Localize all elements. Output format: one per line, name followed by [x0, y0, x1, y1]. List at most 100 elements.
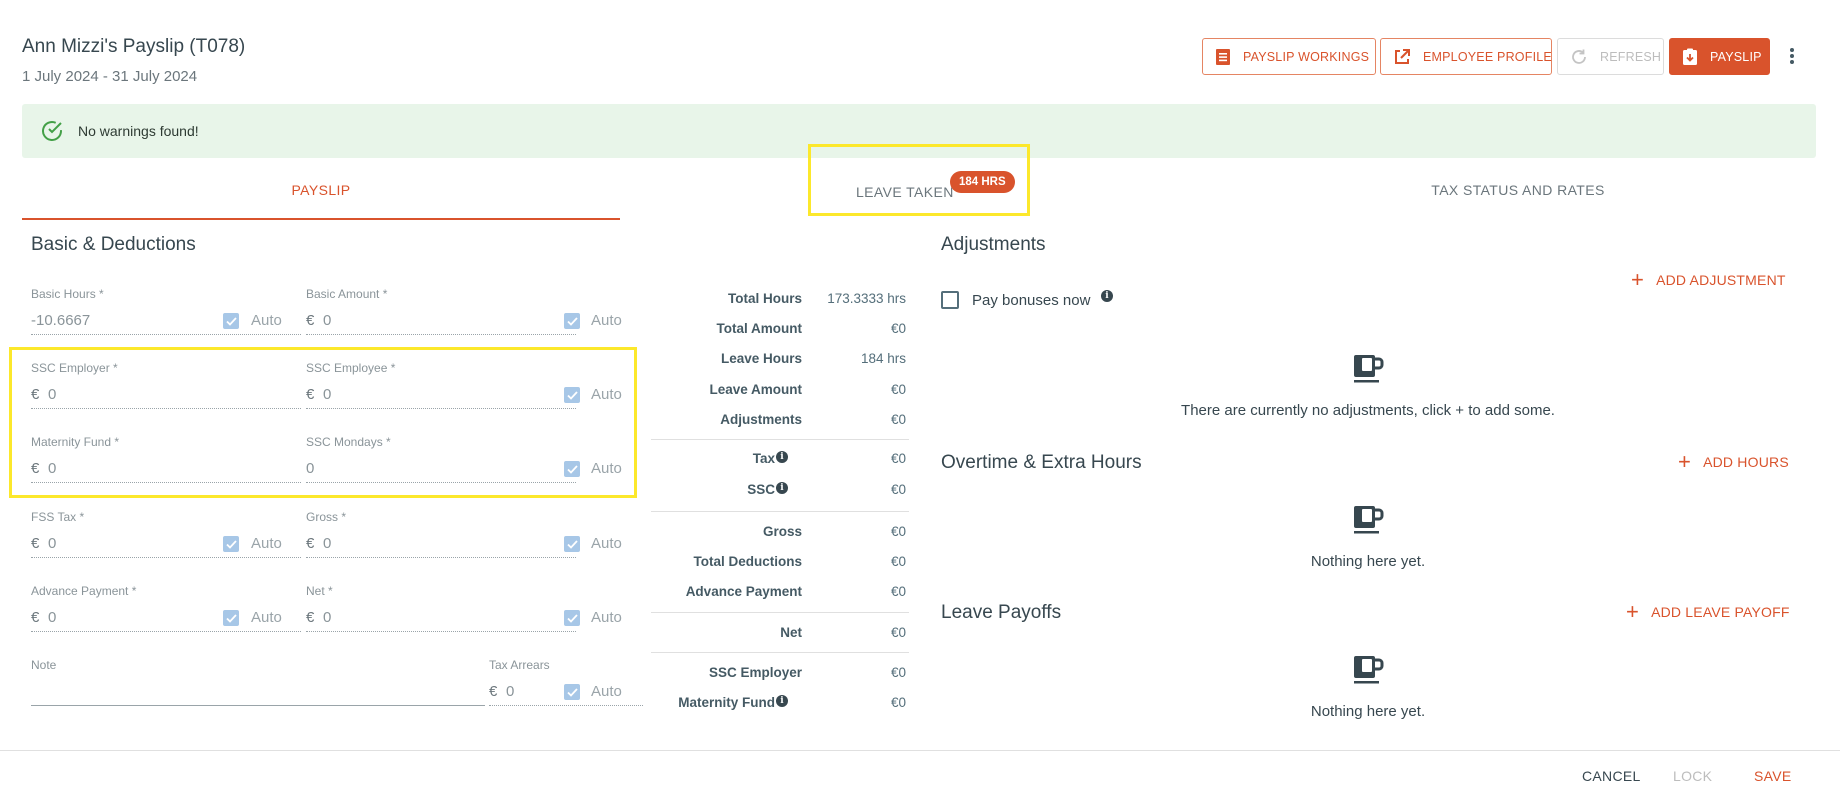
- save-button[interactable]: SAVE: [1754, 768, 1792, 784]
- auto-checkbox[interactable]: [564, 610, 580, 626]
- currency-symbol: €: [31, 535, 40, 552]
- pay-bonuses-checkbox[interactable]: [941, 291, 959, 309]
- add-hours-button[interactable]: + ADD HOURS: [1678, 451, 1789, 473]
- plus-icon: +: [1678, 449, 1692, 474]
- summary-maternity-fund-row: Maternity Fund i: [638, 695, 788, 710]
- field-label: Note: [31, 658, 57, 672]
- summary-tax-row: Tax i: [638, 451, 788, 466]
- payslip-workings-button[interactable]: PAYSLIP WORKINGS: [1202, 38, 1376, 75]
- download-document-icon: [1682, 48, 1698, 66]
- summary-leave-amount-label: Leave Amount: [709, 382, 802, 397]
- adjustments-heading: Adjustments: [941, 234, 1046, 255]
- payslip-button[interactable]: PAYSLIP: [1669, 38, 1770, 75]
- summary-tax-value: €0: [890, 451, 906, 466]
- add-adjustment-button[interactable]: + ADD ADJUSTMENT: [1631, 269, 1786, 291]
- lock-button[interactable]: LOCK: [1673, 768, 1712, 784]
- refresh-label: REFRESH: [1600, 49, 1662, 64]
- leave-payoffs-empty-text: Nothing here yet.: [1310, 703, 1426, 720]
- add-leave-payoff-button[interactable]: + ADD LEAVE PAYOFF: [1626, 601, 1790, 623]
- summary-leave-hours-label: Leave Hours: [720, 351, 802, 366]
- summary-ssc-row: SSC i: [638, 482, 788, 497]
- field-label: Basic Hours *: [31, 287, 104, 301]
- coffee-cup-icon: [1352, 653, 1384, 685]
- summary-gross-value: €0: [890, 524, 906, 539]
- auto-checkbox[interactable]: [223, 610, 239, 626]
- field-label: Advance Payment *: [31, 584, 137, 598]
- more-vertical-icon[interactable]: [1785, 45, 1799, 67]
- summary-divider: [651, 612, 909, 613]
- auto-checkbox[interactable]: [564, 684, 580, 700]
- summary-adjustments-value: €0: [890, 412, 906, 427]
- open-external-icon: [1393, 48, 1411, 66]
- summary-advance-payment-value: €0: [890, 584, 906, 599]
- receipt-icon: [1215, 48, 1231, 66]
- info-icon[interactable]: i: [1101, 290, 1113, 302]
- field-label: FSS Tax *: [31, 510, 85, 524]
- tab-active-indicator: [22, 218, 620, 220]
- cancel-button[interactable]: CANCEL: [1582, 768, 1641, 784]
- fss-tax-field[interactable]: FSS Tax * € 0 Auto: [31, 510, 301, 570]
- summary-tax-label: Tax: [752, 451, 775, 466]
- gross-input[interactable]: 0: [323, 535, 331, 552]
- summary-leave-amount-value: €0: [890, 382, 906, 397]
- tax-arrears-input[interactable]: 0: [506, 683, 514, 700]
- advance-payment-field[interactable]: Advance Payment * € 0 Auto: [31, 584, 301, 644]
- auto-checkbox[interactable]: [223, 313, 239, 329]
- auto-label: Auto: [251, 312, 282, 329]
- summary-ssc-label: SSC: [747, 482, 775, 497]
- info-icon[interactable]: i: [776, 695, 788, 707]
- coffee-cup-icon: [1352, 503, 1384, 535]
- auto-checkbox[interactable]: [223, 536, 239, 552]
- basic-hours-field[interactable]: Basic Hours * -10.6667 Auto: [31, 287, 301, 347]
- pay-bonuses-info[interactable]: i: [1100, 290, 1113, 308]
- net-input[interactable]: 0: [323, 609, 331, 626]
- refresh-button[interactable]: REFRESH: [1557, 38, 1664, 75]
- field-label: Gross *: [306, 510, 347, 524]
- add-leave-payoff-label: ADD LEAVE PAYOFF: [1651, 604, 1790, 620]
- tab-payslip[interactable]: PAYSLIP: [22, 182, 620, 198]
- highlight-box-leave-tab: [808, 144, 1030, 216]
- check-circle-icon: [40, 119, 64, 143]
- basic-amount-input[interactable]: 0: [323, 312, 331, 329]
- alert-text: No warnings found!: [78, 123, 199, 139]
- auto-label: Auto: [251, 609, 282, 626]
- footer-divider: [0, 750, 1840, 751]
- employee-profile-button[interactable]: EMPLOYEE PROFILE: [1380, 38, 1552, 75]
- tax-arrears-field[interactable]: Tax Arrears € 0 Auto: [489, 658, 643, 718]
- currency-symbol: €: [489, 683, 498, 700]
- note-field[interactable]: Note: [31, 658, 485, 718]
- summary-ssc-employer-value: €0: [890, 665, 906, 680]
- field-label: Net *: [306, 584, 333, 598]
- overtime-heading: Overtime & Extra Hours: [941, 452, 1142, 473]
- currency-symbol: €: [306, 535, 315, 552]
- field-label: Basic Amount *: [306, 287, 388, 301]
- net-field[interactable]: Net * € 0 Auto: [306, 584, 622, 644]
- add-hours-label: ADD HOURS: [1703, 454, 1789, 470]
- auto-checkbox[interactable]: [564, 313, 580, 329]
- advance-payment-input[interactable]: 0: [48, 609, 56, 626]
- summary-total-hours-value: 173.3333 hrs: [827, 291, 906, 306]
- basic-amount-field[interactable]: Basic Amount * € 0 Auto: [306, 287, 622, 347]
- gross-field[interactable]: Gross * € 0 Auto: [306, 510, 622, 570]
- fss-tax-input[interactable]: 0: [48, 535, 56, 552]
- tab-tax-status[interactable]: TAX STATUS AND RATES: [1380, 182, 1656, 198]
- overtime-empty-text: Nothing here yet.: [1310, 553, 1426, 570]
- summary-total-deductions-value: €0: [890, 554, 906, 569]
- currency-symbol: €: [306, 609, 315, 626]
- summary-total-hours-label: Total Hours: [728, 291, 802, 306]
- basic-hours-input[interactable]: -10.6667: [31, 312, 90, 329]
- summary-gross-label: Gross: [762, 524, 802, 539]
- summary-adjustments-label: Adjustments: [720, 412, 802, 427]
- add-adjustment-label: ADD ADJUSTMENT: [1656, 272, 1786, 288]
- summary-total-amount-label: Total Amount: [716, 321, 802, 336]
- adjustments-empty-text: There are currently no adjustments, clic…: [1181, 402, 1555, 419]
- highlight-box-ssc-fields: [9, 347, 637, 498]
- info-icon[interactable]: i: [776, 451, 788, 463]
- summary-ssc-employer-label: SSC Employer: [708, 665, 802, 680]
- auto-label: Auto: [591, 609, 622, 626]
- auto-checkbox[interactable]: [564, 536, 580, 552]
- summary-maternity-fund-label: Maternity Fund: [678, 695, 775, 710]
- info-icon[interactable]: i: [776, 482, 788, 494]
- summary-net-value: €0: [890, 625, 906, 640]
- plus-icon: +: [1631, 267, 1645, 292]
